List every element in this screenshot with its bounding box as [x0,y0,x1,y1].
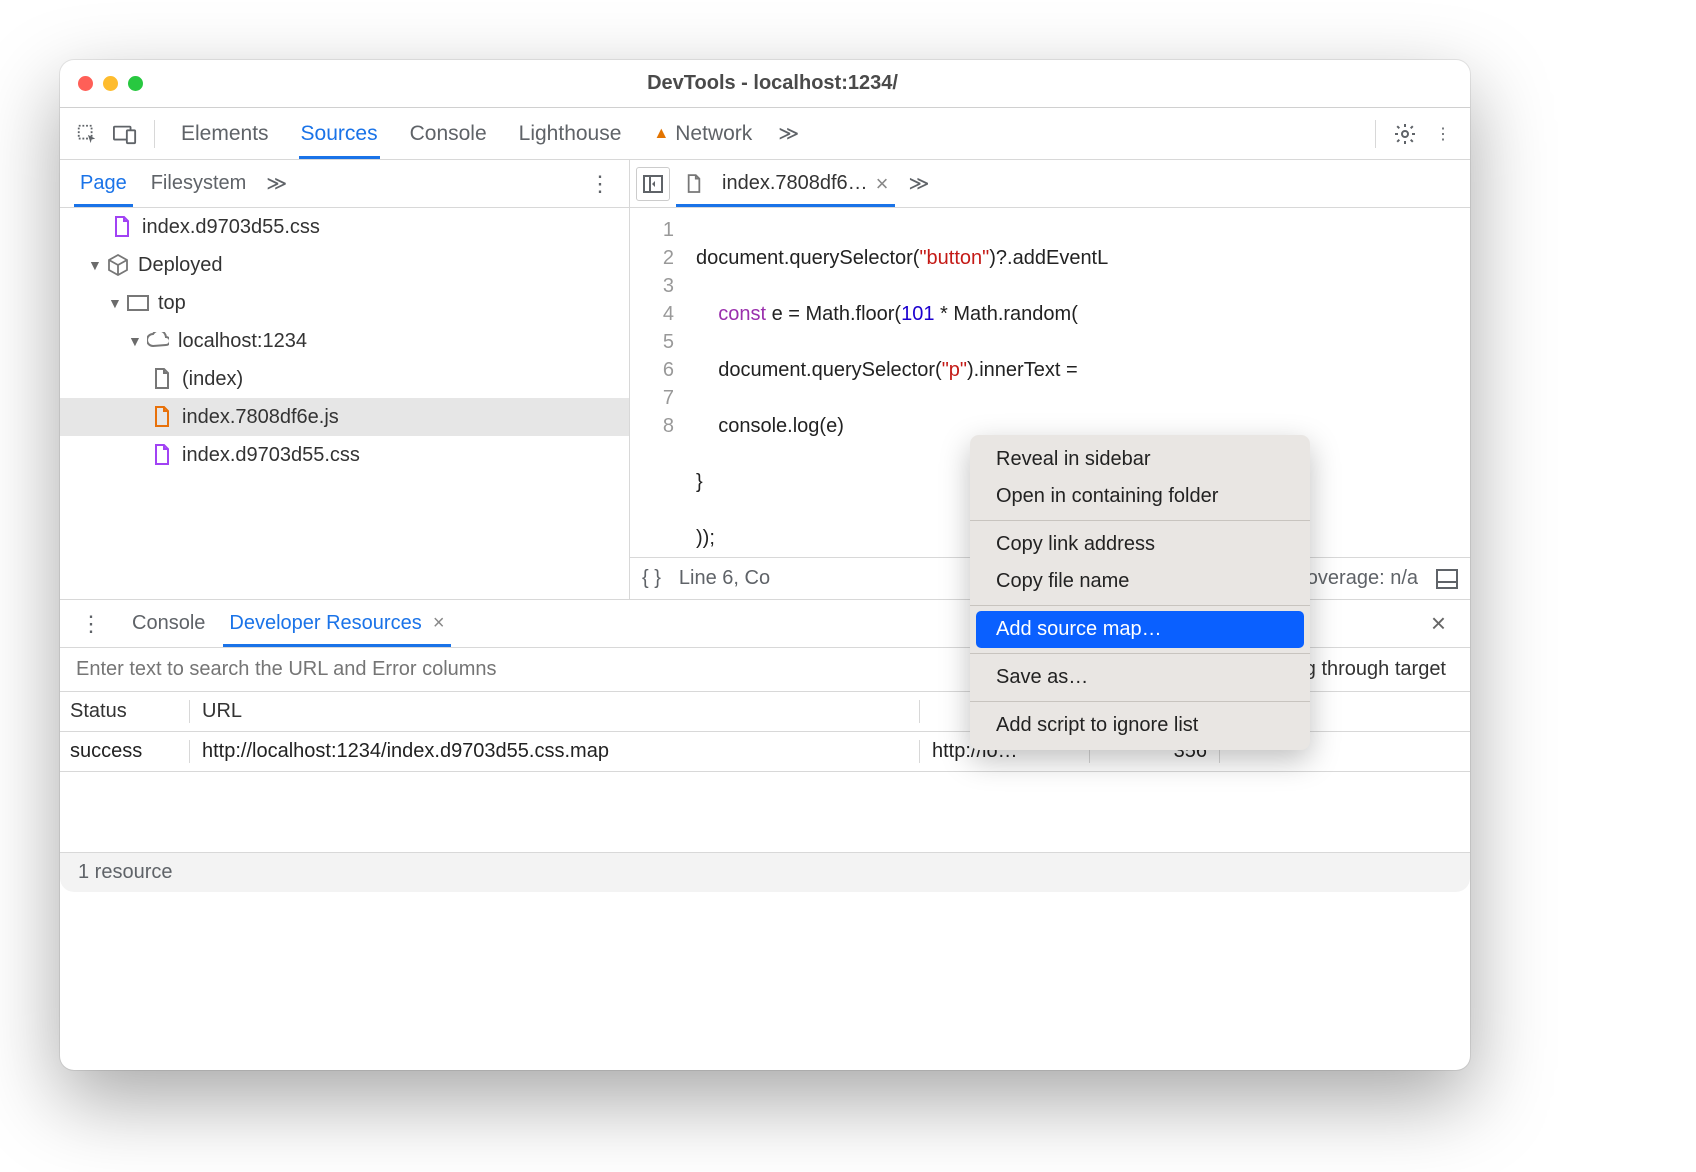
close-tab-icon[interactable]: × [876,171,889,197]
devtools-window: DevTools - localhost:1234/ Elements Sour… [60,60,1470,1070]
minimize-window[interactable] [103,76,118,91]
tree-index[interactable]: (index) [60,360,629,398]
coverage-status: Coverage: n/a [1292,567,1418,590]
ctx-copy-link[interactable]: Copy link address [976,526,1304,563]
col-url[interactable]: URL [190,700,920,723]
col-status[interactable]: Status [60,700,190,723]
cursor-position: Line 6, Co [679,567,770,590]
drawer-tab-dev-resources[interactable]: Developer Resources × [217,600,456,647]
tab-lighthouse[interactable]: Lighthouse [505,108,636,159]
file-tree: index.d9703d55.css ▼ Deployed ▼ top ▼ lo… [60,208,629,599]
filesystem-subtab[interactable]: Filesystem [139,160,259,207]
ctx-add-source-map[interactable]: Add source map… [976,611,1304,648]
page-subtab[interactable]: Page [68,160,139,207]
tree-file-css-top[interactable]: index.d9703d55.css [60,208,629,246]
tree-js-file[interactable]: index.7808df6e.js [60,398,629,436]
ctx-ignore-list[interactable]: Add script to ignore list [976,707,1304,744]
close-drawer-icon[interactable]: × [1417,608,1460,639]
more-tabs-icon[interactable]: ≫ [770,121,807,146]
tree-top[interactable]: ▼ top [60,284,629,322]
drawer-menu-icon[interactable]: ⋮ [70,611,112,637]
drawer-footer: 1 resource [60,852,1470,892]
navigator-more-icon[interactable]: ≫ [258,171,295,196]
dock-icon[interactable] [1436,569,1458,589]
main-toolbar: Elements Sources Console Lighthouse Netw… [60,108,1470,160]
inspect-icon[interactable] [70,117,104,151]
tab-elements[interactable]: Elements [167,108,283,159]
traffic-lights [78,76,143,91]
gutter: 12345678 [630,208,686,557]
ctx-copy-filename[interactable]: Copy file name [976,563,1304,600]
context-menu: Reveal in sidebar Open in containing fol… [970,435,1310,750]
close-window[interactable] [78,76,93,91]
kebab-menu-icon[interactable]: ⋮ [1426,117,1460,151]
tree-host[interactable]: ▼ localhost:1234 [60,322,629,360]
tab-console[interactable]: Console [396,108,501,159]
navigator-pane: Page Filesystem ≫ ⋮ index.d9703d55.css ▼… [60,160,630,599]
device-toggle-icon[interactable] [108,117,142,151]
tab-sources[interactable]: Sources [287,108,392,159]
ctx-open-folder[interactable]: Open in containing folder [976,478,1304,515]
tab-network[interactable]: Network [639,108,766,159]
close-drawer-tab-icon: × [433,612,445,635]
tree-deployed[interactable]: ▼ Deployed [60,246,629,284]
ctx-reveal-sidebar[interactable]: Reveal in sidebar [976,441,1304,478]
format-icon[interactable]: { } [642,567,661,590]
settings-icon[interactable] [1388,117,1422,151]
maximize-window[interactable] [128,76,143,91]
drawer-tab-console[interactable]: Console [120,600,217,647]
navigator-menu-icon[interactable]: ⋮ [579,171,621,197]
toggle-navigator-icon[interactable] [636,167,670,201]
window-title: DevTools - localhost:1234/ [143,72,1402,95]
more-file-tabs-icon[interactable]: ≫ [901,171,938,196]
tree-css-file[interactable]: index.d9703d55.css [60,436,629,474]
ctx-save-as[interactable]: Save as… [976,659,1304,696]
file-tab-index-js[interactable]: index.7808df6… × [672,160,899,207]
titlebar: DevTools - localhost:1234/ [60,60,1470,108]
